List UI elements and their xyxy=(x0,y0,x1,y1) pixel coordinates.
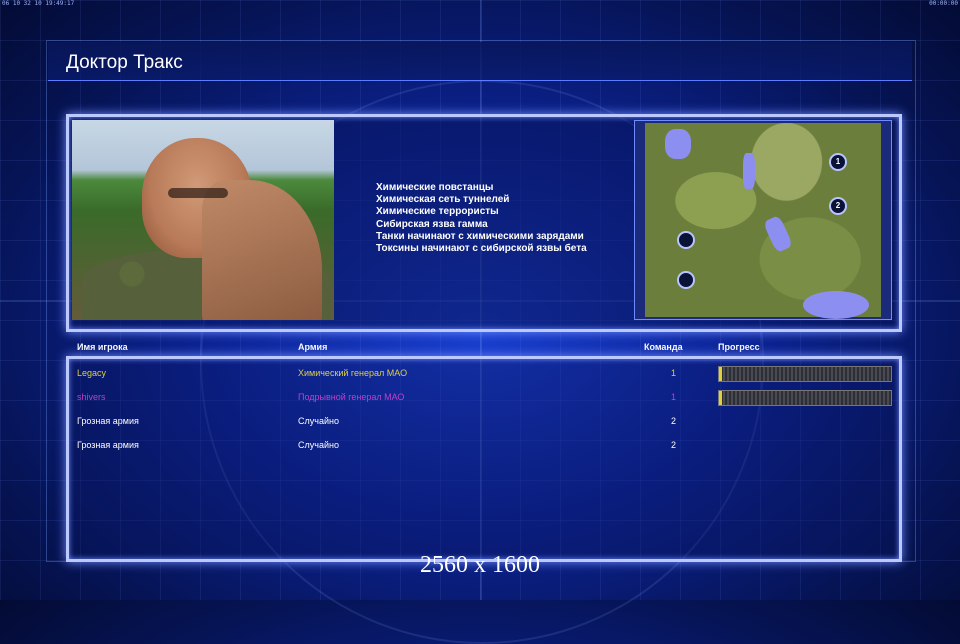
table-row: Грозная армия Случайно 2 xyxy=(0,437,960,455)
player-army: Случайно xyxy=(298,440,339,450)
progress-fill xyxy=(719,391,722,405)
description-line: Токсины начинают с сибирской язвы бета xyxy=(376,243,587,255)
description-line: Химические повстанцы xyxy=(376,182,494,193)
progress-fill xyxy=(719,367,722,381)
player-team: 1 xyxy=(671,368,677,378)
player-army: Случайно xyxy=(298,416,339,426)
player-team: 2 xyxy=(671,416,677,426)
minimap-terrain: 1 2 xyxy=(645,123,881,319)
description-line: Танки начинают с химическими зарядами xyxy=(376,230,584,242)
description-line: Химическая сеть туннелей xyxy=(376,194,510,206)
table-row: shivers Подрывной генерал МАО 1 xyxy=(0,389,960,407)
table-row: Legacy Химический генерал МАО 1 xyxy=(0,365,960,383)
minimap-lake xyxy=(762,214,794,254)
player-progress-bar xyxy=(718,366,892,382)
player-name: shivers xyxy=(77,392,106,402)
table-row: Грозная армия Случайно 2 xyxy=(0,413,960,431)
player-name: Legacy xyxy=(77,368,107,378)
header-player-name: Имя игрока xyxy=(77,342,128,352)
player-team: 2 xyxy=(671,440,677,450)
header-team: Команда xyxy=(644,342,683,352)
general-portrait xyxy=(72,120,334,320)
players-panel xyxy=(66,356,902,562)
player-army: Химический генерал МАО xyxy=(298,368,408,378)
minimap-spawn-1: 1 xyxy=(829,153,847,171)
player-team: 1 xyxy=(671,392,677,402)
portrait-scarf xyxy=(202,180,322,320)
header-progress: Прогресс xyxy=(718,342,760,352)
description-line: Сибирская язва гамма xyxy=(376,218,488,230)
player-name: Грозная армия xyxy=(77,416,139,426)
player-army: Подрывной генерал МАО xyxy=(298,392,405,402)
resolution-label: 2560 x 1600 xyxy=(420,552,540,578)
status-right: 00:00:00 xyxy=(929,0,958,7)
general-description: Химические повстанцы Химическая сеть тун… xyxy=(376,182,626,255)
status-left: 06 10 32 10 19:49:17 xyxy=(2,0,75,7)
players-table-header: Имя игрока Армия Команда Прогресс xyxy=(0,342,960,356)
minimap-spawn-3 xyxy=(677,231,695,249)
page-title: Доктор Тракс xyxy=(66,52,183,73)
minimap: 1 2 xyxy=(634,120,892,320)
portrait-eyes xyxy=(168,188,228,198)
header-army: Армия xyxy=(298,342,328,352)
player-progress-bar xyxy=(718,390,892,406)
minimap-lake xyxy=(743,153,755,189)
minimap-spawn-2: 2 xyxy=(829,197,847,215)
minimap-spawn-4 xyxy=(677,271,695,289)
minimap-lake xyxy=(803,291,869,319)
minimap-lake xyxy=(665,129,691,159)
description-line: Химические террористы xyxy=(376,206,499,218)
player-name: Грозная армия xyxy=(77,440,139,450)
